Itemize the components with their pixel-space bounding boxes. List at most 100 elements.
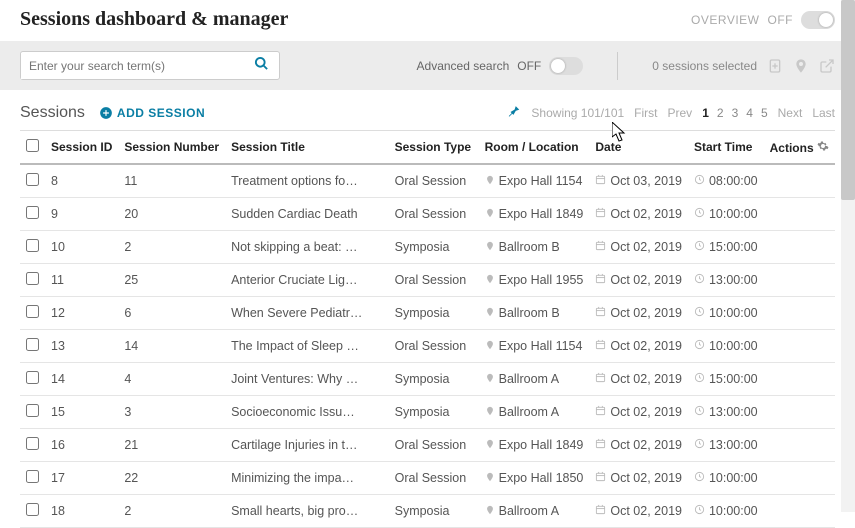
map-pin-icon <box>485 174 495 188</box>
location-icon[interactable] <box>793 58 809 74</box>
cell-start-time: 10:00:00 <box>688 330 764 363</box>
overview-toggle[interactable] <box>801 11 835 29</box>
row-checkbox[interactable] <box>26 272 39 285</box>
table-row[interactable]: 144Joint Ventures: Why …SymposiaBallroom… <box>20 363 835 396</box>
row-checkbox[interactable] <box>26 470 39 483</box>
row-checkbox[interactable] <box>26 206 39 219</box>
sessions-heading: Sessions <box>20 104 85 122</box>
cell-session-number: 2 <box>118 495 225 528</box>
cell-session-title: Joint Ventures: Why … <box>225 363 389 396</box>
cell-session-id: 17 <box>45 462 118 495</box>
calendar-icon <box>595 372 606 386</box>
select-all-checkbox[interactable] <box>26 139 39 152</box>
row-checkbox[interactable] <box>26 173 39 186</box>
pager-page-4[interactable]: 4 <box>746 106 753 120</box>
col-session-title[interactable]: Session Title <box>225 131 389 165</box>
cell-actions <box>764 164 835 198</box>
row-checkbox[interactable] <box>26 338 39 351</box>
row-checkbox[interactable] <box>26 371 39 384</box>
row-checkbox[interactable] <box>26 437 39 450</box>
clock-icon <box>694 306 705 320</box>
col-actions[interactable]: Actions <box>764 131 835 165</box>
clock-icon <box>694 471 705 485</box>
table-row[interactable]: 153Socioeconomic Issu…SymposiaBallroom A… <box>20 396 835 429</box>
cell-session-type: Symposia <box>389 231 479 264</box>
cell-actions <box>764 264 835 297</box>
map-pin-icon <box>485 306 495 320</box>
table-row[interactable]: 920Sudden Cardiac DeathOral SessionExpo … <box>20 198 835 231</box>
calendar-icon <box>595 174 606 188</box>
cell-actions <box>764 231 835 264</box>
search-button[interactable] <box>244 52 279 79</box>
map-pin-icon <box>485 372 495 386</box>
cell-session-id: 12 <box>45 297 118 330</box>
pager-first[interactable]: First <box>634 106 657 120</box>
col-date[interactable]: Date <box>589 131 688 165</box>
pager-page-3[interactable]: 3 <box>732 106 739 120</box>
row-checkbox[interactable] <box>26 305 39 318</box>
row-checkbox[interactable] <box>26 503 39 516</box>
table-row[interactable]: 811Treatment options fo…Oral SessionExpo… <box>20 164 835 198</box>
table-row[interactable]: 182Small hearts, big pro…SymposiaBallroo… <box>20 495 835 528</box>
cell-actions <box>764 495 835 528</box>
cell-session-type: Symposia <box>389 363 479 396</box>
col-session-number[interactable]: Session Number <box>118 131 225 165</box>
col-start-time[interactable]: Start Time <box>688 131 764 165</box>
cell-session-type: Oral Session <box>389 429 479 462</box>
pager-prev[interactable]: Prev <box>668 106 693 120</box>
export-icon[interactable] <box>767 58 783 74</box>
clock-icon <box>694 339 705 353</box>
table-row[interactable]: 1314The Impact of Sleep …Oral SessionExp… <box>20 330 835 363</box>
scroll-thumb[interactable] <box>841 0 855 200</box>
cell-date: Oct 02, 2019 <box>589 363 688 396</box>
cell-date: Oct 02, 2019 <box>589 231 688 264</box>
cell-session-number: 21 <box>118 429 225 462</box>
col-session-id[interactable]: Session ID <box>45 131 118 165</box>
gear-icon[interactable] <box>817 140 829 152</box>
pager-next[interactable]: Next <box>778 106 803 120</box>
cell-start-time: 13:00:00 <box>688 264 764 297</box>
table-row[interactable]: 1125Anterior Cruciate Lig…Oral SessionEx… <box>20 264 835 297</box>
pager-page-5[interactable]: 5 <box>761 106 768 120</box>
plus-circle-icon <box>99 106 113 120</box>
pager-page-1[interactable]: 1 <box>702 106 709 120</box>
cell-date: Oct 02, 2019 <box>589 330 688 363</box>
table-row[interactable]: 102Not skipping a beat: …SymposiaBallroo… <box>20 231 835 264</box>
cell-actions <box>764 330 835 363</box>
advanced-search-toggle[interactable] <box>549 57 583 75</box>
table-row[interactable]: 1621Cartilage Injuries in t…Oral Session… <box>20 429 835 462</box>
row-checkbox[interactable] <box>26 239 39 252</box>
scrollbar[interactable] <box>841 0 855 512</box>
col-session-type[interactable]: Session Type <box>389 131 479 165</box>
pin-icon[interactable] <box>507 105 521 122</box>
add-session-label: ADD SESSION <box>117 106 205 120</box>
cell-session-number: 2 <box>118 231 225 264</box>
cell-room: Ballroom B <box>479 231 590 264</box>
cell-session-title: Sudden Cardiac Death <box>225 198 389 231</box>
clock-icon <box>694 207 705 221</box>
calendar-icon <box>595 273 606 287</box>
clock-icon <box>694 405 705 419</box>
col-room[interactable]: Room / Location <box>479 131 590 165</box>
pager-last[interactable]: Last <box>812 106 835 120</box>
cell-room: Ballroom B <box>479 297 590 330</box>
cell-session-id: 8 <box>45 164 118 198</box>
cell-session-title: Socioeconomic Issu… <box>225 396 389 429</box>
cell-session-title: Not skipping a beat: … <box>225 231 389 264</box>
cell-date: Oct 02, 2019 <box>589 198 688 231</box>
add-session-button[interactable]: ADD SESSION <box>99 106 205 120</box>
table-row[interactable]: 126When Severe Pediatr…SymposiaBallroom … <box>20 297 835 330</box>
cell-room: Expo Hall 1849 <box>479 198 590 231</box>
cell-room: Expo Hall 1154 <box>479 164 590 198</box>
cell-start-time: 10:00:00 <box>688 297 764 330</box>
cell-session-type: Oral Session <box>389 330 479 363</box>
cell-session-number: 3 <box>118 396 225 429</box>
row-checkbox[interactable] <box>26 404 39 417</box>
advanced-search-state: OFF <box>517 59 541 73</box>
table-row[interactable]: 1722Minimizing the impa…Oral SessionExpo… <box>20 462 835 495</box>
search-input[interactable] <box>21 53 244 79</box>
clock-icon <box>694 504 705 518</box>
open-external-icon[interactable] <box>819 58 835 74</box>
map-pin-icon <box>485 504 495 518</box>
pager-page-2[interactable]: 2 <box>717 106 724 120</box>
